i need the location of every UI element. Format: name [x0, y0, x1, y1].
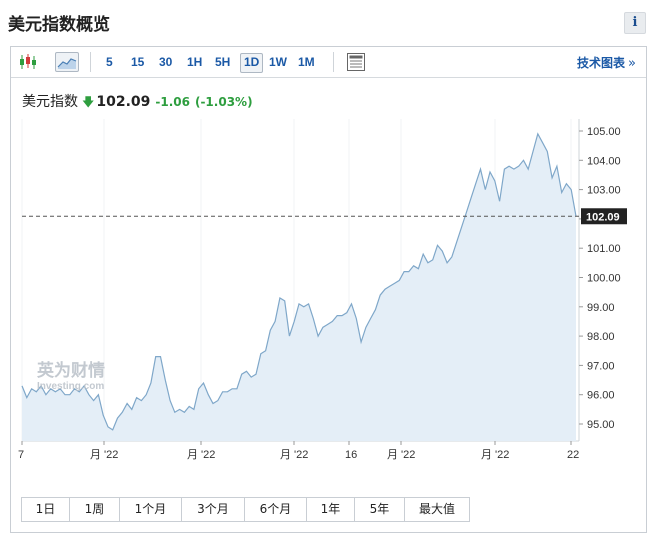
y-tick-label: 100.00: [587, 273, 621, 285]
range-1-year[interactable]: 1年: [307, 498, 355, 521]
time-range-selector: 1日 1周 1个月 3个月 6个月 1年 5年 最大值: [21, 497, 470, 522]
x-tick-label: 月 '22: [280, 449, 308, 461]
range-1-month[interactable]: 1个月: [120, 498, 182, 521]
y-tick-label: 105.00: [587, 126, 621, 138]
range-5-years[interactable]: 5年: [355, 498, 405, 521]
x-tick-label: 22: [567, 449, 579, 461]
current-price-badge: 102.09: [581, 208, 627, 225]
y-tick-label: 99.00: [587, 302, 615, 314]
info-icon[interactable]: i: [624, 12, 646, 34]
y-tick-label: 96.00: [587, 390, 615, 402]
watermark-en: Investing.com: [37, 381, 104, 392]
x-tick-label: 月 '22: [187, 449, 215, 461]
x-tick-label: 月 '22: [90, 449, 118, 461]
x-axis: 7 月 '22 月 '22 月 '22 16 月 '22 月 '22 22: [18, 441, 579, 461]
price-chart[interactable]: 105.00104.00103.00102.00101.00100.0099.0…: [11, 47, 646, 487]
range-3-months[interactable]: 3个月: [182, 498, 245, 521]
y-tick-label: 103.00: [587, 185, 621, 197]
price-area-fill: [22, 133, 576, 441]
y-tick-label: 95.00: [587, 419, 615, 431]
y-tick-label: 97.00: [587, 360, 615, 372]
x-tick-label: 月 '22: [481, 449, 509, 461]
x-tick-label: 月 '22: [387, 449, 415, 461]
range-6-months[interactable]: 6个月: [245, 498, 307, 521]
x-tick-label: 7: [18, 449, 24, 461]
page-title: 美元指数概览: [8, 15, 110, 35]
range-1-week[interactable]: 1周: [70, 498, 120, 521]
chart-panel: 5 15 30 1H 5H 1D 1W 1M 技术图表» 美元指数 🡇 102.09…: [10, 46, 647, 533]
y-tick-label: 98.00: [587, 331, 615, 343]
y-tick-label: 104.00: [587, 155, 621, 167]
range-1-day[interactable]: 1日: [22, 498, 70, 521]
x-tick-label: 16: [345, 449, 357, 461]
watermark-cn: 英为财情: [37, 360, 105, 381]
range-max[interactable]: 最大值: [405, 498, 469, 521]
y-axis: 105.00104.00103.00102.00101.00100.0099.0…: [579, 126, 621, 431]
y-tick-label: 101.00: [587, 243, 621, 255]
watermark-logo: 英为财情 Investing.com: [37, 360, 105, 392]
current-price-badge-label: 102.09: [586, 211, 620, 223]
